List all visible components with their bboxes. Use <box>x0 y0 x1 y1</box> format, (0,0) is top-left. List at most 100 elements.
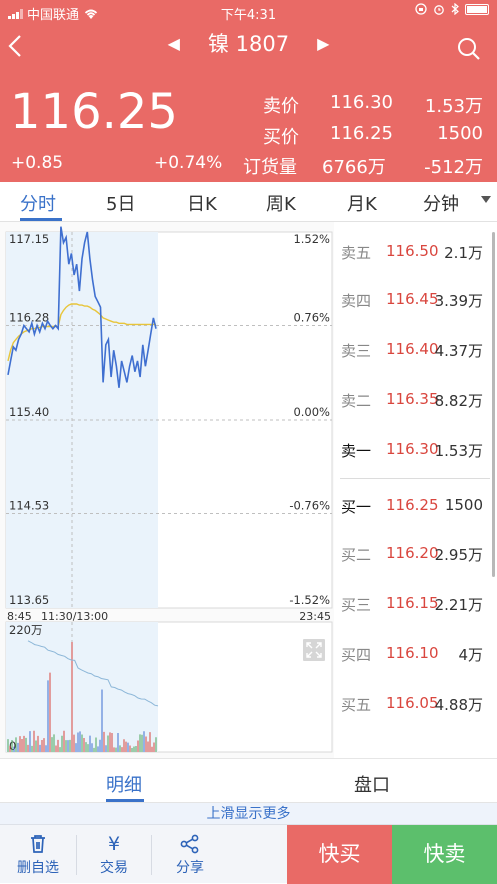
tab-monthly[interactable]: 月K <box>347 190 377 216</box>
share-icon <box>152 831 228 857</box>
y-pct-label: 1.52% <box>293 232 330 246</box>
active-tab-indicator <box>20 218 62 221</box>
book-level-label: 买一 <box>341 498 372 516</box>
tab-minute[interactable]: 分钟 <box>423 190 459 216</box>
book-level-price: 116.05 <box>386 694 439 712</box>
expand-icon[interactable] <box>303 639 325 661</box>
tab-market-depth[interactable]: 盘口 <box>354 771 390 797</box>
book-level-price: 116.35 <box>386 390 439 408</box>
quick-sell-button[interactable]: 快卖 <box>392 825 497 884</box>
book-level-price: 116.10 <box>386 644 439 662</box>
intraday-chart[interactable]: 117.15 116.28 115.40 114.53 113.65 1.52% 0.76%… <box>0 222 334 758</box>
ask-level-5[interactable]: 卖五 116.50 2.1万 <box>334 242 497 272</box>
book-level-volume: 1.53万 <box>434 442 483 460</box>
bid-label: 买价 <box>263 127 299 148</box>
status-icons <box>415 3 489 15</box>
trade-label: 交易 <box>100 860 128 876</box>
alarm-icon <box>434 5 444 15</box>
book-level-volume: 3.39万 <box>434 292 483 310</box>
tab-details[interactable]: 明细 <box>106 771 142 797</box>
bottom-toolbar: 删自选 ¥ 交易 分享 快买 快卖 <box>0 824 497 884</box>
tab-5day[interactable]: 5日 <box>106 190 135 216</box>
tab-weekly[interactable]: 周K <box>266 190 296 216</box>
ask-level-4[interactable]: 卖四 116.45 3.39万 <box>334 290 497 320</box>
bid-level-4[interactable]: 买四 116.10 4万 <box>334 644 497 674</box>
bid-level-5[interactable]: 买五 116.05 4.88万 <box>334 694 497 724</box>
ask-level-2[interactable]: 卖二 116.35 8.82万 <box>334 390 497 420</box>
lock-rotation-icon <box>415 3 427 15</box>
share-button[interactable]: 分享 <box>152 825 228 884</box>
book-level-volume: 4万 <box>458 646 483 664</box>
scrollbar[interactable] <box>492 232 495 577</box>
prev-instrument-icon[interactable]: ◀ <box>168 34 180 53</box>
y-tick-label: 113.65 <box>9 593 49 607</box>
book-level-price: 116.45 <box>386 290 439 308</box>
book-level-price: 116.15 <box>386 594 439 612</box>
tab-intraday[interactable]: 分时 <box>20 190 56 216</box>
swipe-hint[interactable]: 上滑显示更多 <box>0 802 497 824</box>
volume-max-label: 220万 <box>9 623 42 637</box>
nav-bar: ◀ 镍 1807 ▶ <box>0 24 497 68</box>
period-tabs: 分时 5日 日K 周K 月K 分钟 <box>0 182 497 222</box>
open-interest-label: 订货量 <box>243 157 297 178</box>
y-pct-label: -1.52% <box>289 593 330 607</box>
book-divider <box>340 478 490 479</box>
search-icon[interactable] <box>457 37 481 61</box>
book-level-label: 买四 <box>341 646 372 664</box>
y-tick-label: 115.40 <box>9 405 49 419</box>
trade-button[interactable]: ¥ 交易 <box>77 825 151 884</box>
instrument-title: 镍 1807 <box>207 32 290 56</box>
book-level-volume: 4.88万 <box>434 696 483 714</box>
book-level-price: 116.40 <box>386 340 439 358</box>
instrument-switcher: ◀ 镍 1807 ▶ <box>0 28 497 58</box>
bid-level-1[interactable]: 买一 116.25 1500 <box>334 496 497 526</box>
share-label: 分享 <box>176 860 204 876</box>
ask-level-3[interactable]: 卖三 116.40 4.37万 <box>334 340 497 370</box>
price-change-pct: +0.74% <box>154 153 223 173</box>
y-tick-label: 114.53 <box>9 498 49 512</box>
ask-level-1[interactable]: 卖一 116.30 1.53万 <box>334 440 497 470</box>
open-interest-value: 6766万 <box>322 157 386 178</box>
quote-header: 中国联通 下午4:31 ◀ 镍 1807 ▶ 116.25 +0.85 +0.74%… <box>0 0 497 182</box>
x-tick-label: 11:30/13:00 <box>41 610 108 623</box>
y-pct-label: 0.76% <box>293 310 330 324</box>
remove-watchlist-label: 删自选 <box>17 860 59 876</box>
order-book: 卖五 116.50 2.1万卖四 116.45 3.39万卖三 116.40 4.37万卖二… <box>334 222 497 758</box>
book-level-volume: 4.37万 <box>434 342 483 360</box>
x-tick-label: 23:45 <box>299 610 331 623</box>
last-price: 116.25 <box>10 84 178 140</box>
ask-price: 116.30 <box>330 92 393 113</box>
book-level-price: 116.25 <box>386 496 439 514</box>
next-instrument-icon[interactable]: ▶ <box>317 34 329 53</box>
yen-icon: ¥ <box>107 833 121 855</box>
book-level-label: 卖四 <box>341 292 372 310</box>
status-bar: 中国联通 下午4:31 <box>0 0 497 24</box>
open-interest-change: -512万 <box>424 157 483 178</box>
book-level-label: 买二 <box>341 546 372 564</box>
price-change: +0.85 <box>11 153 64 173</box>
tab-daily[interactable]: 日K <box>187 190 217 216</box>
bid-level-3[interactable]: 买三 116.15 2.21万 <box>334 594 497 624</box>
battery-icon <box>465 3 489 15</box>
trash-icon <box>0 831 76 857</box>
book-level-volume: 2.1万 <box>444 244 483 262</box>
book-level-price: 116.50 <box>386 242 439 260</box>
session-shade <box>6 232 158 608</box>
y-pct-label: 0.00% <box>293 405 330 419</box>
book-level-label: 卖二 <box>341 392 372 410</box>
more-periods-icon[interactable] <box>481 196 491 203</box>
book-level-price: 116.20 <box>386 544 439 562</box>
bid-volume: 1500 <box>437 123 483 144</box>
bid-level-2[interactable]: 买二 116.20 2.95万 <box>334 544 497 574</box>
remove-watchlist-button[interactable]: 删自选 <box>0 825 76 884</box>
book-level-label: 买五 <box>341 696 372 714</box>
y-tick-label: 117.15 <box>9 232 49 246</box>
y-tick-label: 116.28 <box>9 310 49 324</box>
ask-volume: 1.53万 <box>424 96 483 117</box>
y-pct-label: -0.76% <box>289 498 330 512</box>
book-level-label: 卖五 <box>341 244 372 262</box>
ask-label: 卖价 <box>263 96 299 117</box>
quick-buy-button[interactable]: 快买 <box>287 825 392 884</box>
x-tick-label: 8:45 <box>7 610 32 623</box>
book-level-volume: 2.95万 <box>434 546 483 564</box>
